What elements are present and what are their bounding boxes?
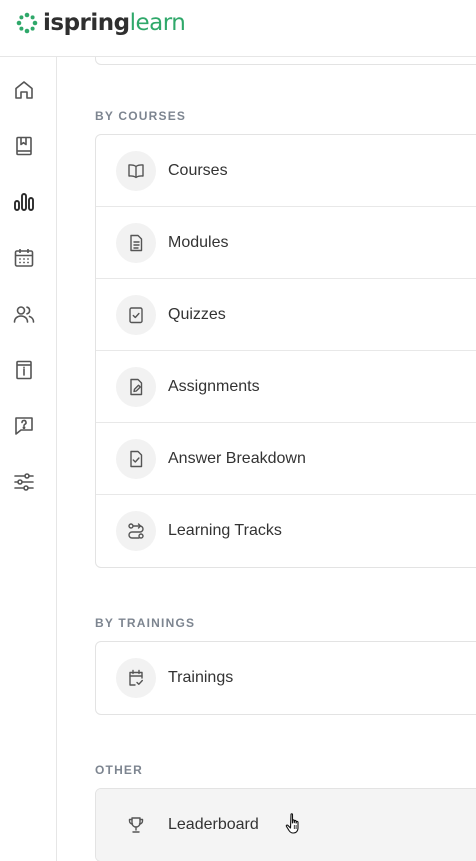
courses-book-icon[interactable]: [12, 134, 36, 158]
report-item-assignments[interactable]: Assignments: [96, 351, 476, 423]
section-title-by-courses: BY COURSES: [95, 109, 187, 123]
section-title-by-trainings: BY TRAININGS: [95, 616, 196, 630]
section-title-other: OTHER: [95, 763, 143, 777]
sidebar-nav: [0, 57, 57, 861]
report-item-courses[interactable]: Courses: [96, 135, 476, 207]
calendar-check-icon: [116, 658, 156, 698]
brand-name: ispringlearn: [43, 10, 186, 36]
report-item-label: Assignments: [168, 378, 260, 395]
trophy-icon: [116, 805, 156, 845]
report-item-label: Quizzes: [168, 306, 226, 323]
report-item-answer-breakdown[interactable]: Answer Breakdown: [96, 423, 476, 495]
info-book-icon[interactable]: [12, 358, 36, 382]
brand-name-part1: ispring: [43, 10, 130, 36]
route-icon: [116, 511, 156, 551]
previous-card-edge: [95, 57, 476, 65]
report-item-modules[interactable]: Modules: [96, 207, 476, 279]
document-icon: [116, 223, 156, 263]
by-trainings-card: Trainings: [95, 641, 476, 715]
quiz-check-icon: [116, 295, 156, 335]
by-courses-card: Courses Modules Quizzes Assignments Answ…: [95, 134, 476, 568]
brand-name-part2: learn: [129, 10, 186, 36]
reports-chart-icon[interactable]: [12, 190, 36, 214]
logo-mark-icon: [16, 12, 38, 34]
report-item-trainings[interactable]: Trainings: [96, 642, 476, 714]
calendar-icon[interactable]: [12, 246, 36, 270]
report-item-label: Leaderboard: [168, 816, 259, 833]
top-bar: ispringlearn: [0, 0, 476, 57]
report-item-label: Courses: [168, 162, 228, 179]
assignment-edit-icon: [116, 367, 156, 407]
answer-check-icon: [116, 439, 156, 479]
report-item-label: Learning Tracks: [168, 522, 282, 539]
report-item-label: Answer Breakdown: [168, 450, 306, 467]
help-question-icon[interactable]: [12, 414, 36, 438]
open-book-icon: [116, 151, 156, 191]
report-item-quizzes[interactable]: Quizzes: [96, 279, 476, 351]
report-item-label: Trainings: [168, 669, 234, 686]
settings-sliders-icon[interactable]: [12, 470, 36, 494]
home-icon[interactable]: [12, 78, 36, 102]
report-item-learning-tracks[interactable]: Learning Tracks: [96, 495, 476, 567]
hand-pointer-cursor-icon: [285, 813, 299, 834]
reports-main: BY COURSES Courses Modules Quizzes Assig…: [57, 57, 476, 861]
report-item-label: Modules: [168, 234, 229, 251]
users-icon[interactable]: [12, 302, 36, 326]
brand-logo[interactable]: ispringlearn: [15, 10, 186, 36]
